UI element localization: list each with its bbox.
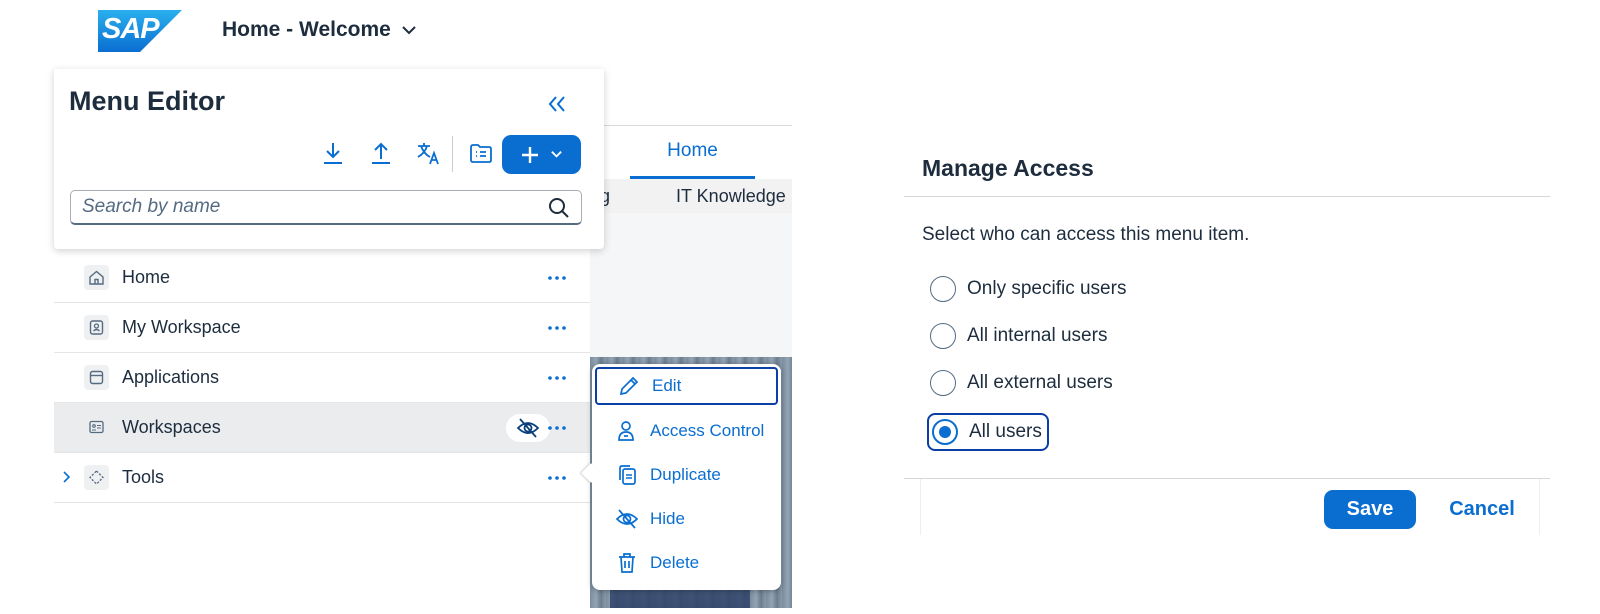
workspaces-icon (84, 415, 109, 440)
menu-item-home[interactable]: Home (54, 253, 590, 303)
translate-icon (417, 143, 439, 165)
divider (904, 196, 1550, 197)
more-options-button[interactable] (542, 316, 572, 340)
context-menu-label: Edit (652, 376, 682, 395)
radio-button[interactable] (930, 370, 956, 396)
context-menu-item-hide[interactable]: Hide (595, 500, 778, 538)
more-icon (548, 376, 566, 380)
menu-item-workspaces[interactable]: Workspaces (54, 403, 590, 453)
pencil-icon (619, 376, 639, 396)
download-button[interactable] (316, 136, 350, 170)
search-icon[interactable] (547, 196, 571, 220)
menu-item-label: Workspaces (122, 417, 221, 437)
radio-all-users[interactable]: All users (927, 413, 1049, 451)
shell-title-menu[interactable]: Home - Welcome (222, 18, 417, 42)
content-area (590, 213, 792, 357)
menu-item-label: Tools (122, 467, 165, 487)
more-options-button[interactable] (542, 416, 572, 440)
context-menu-item-delete[interactable]: Delete (595, 544, 778, 582)
radio-label: Only specific users (967, 278, 1127, 299)
context-menu-label: Duplicate (650, 465, 721, 484)
radio-only-specific-users[interactable]: Only specific users (930, 270, 1126, 308)
sub-navigation: ng IT Knowledge (590, 179, 792, 213)
chevron-down-icon (402, 26, 416, 35)
search-input[interactable] (82, 196, 542, 218)
context-menu-item-edit[interactable]: Edit (595, 367, 778, 405)
more-icon (548, 326, 566, 330)
context-menu-label: Delete (650, 553, 700, 572)
radio-button-selected[interactable] (932, 419, 958, 445)
duplicate-icon (619, 465, 636, 485)
add-menu-item-button[interactable] (502, 135, 581, 174)
divider (590, 125, 792, 126)
user-lock-icon (618, 421, 634, 441)
dialog-title: Manage Access (922, 155, 1094, 181)
context-menu: Edit Access Control Duplicate Hide Delet… (581, 364, 781, 590)
save-button[interactable]: Save (1324, 490, 1416, 529)
more-options-button[interactable] (542, 466, 572, 490)
expand-button[interactable] (60, 468, 74, 486)
eye-slash-icon (516, 418, 540, 438)
applications-icon (84, 365, 109, 390)
upload-icon (372, 142, 390, 164)
toolbar-separator (452, 136, 453, 172)
tab-home[interactable]: Home (630, 140, 755, 162)
radio-button[interactable] (930, 276, 956, 302)
plus-icon (522, 146, 538, 163)
dialog-description: Select who can access this menu item. (922, 224, 1250, 245)
menu-item-label: My Workspace (122, 317, 241, 337)
menu-item-label: Applications (122, 367, 220, 387)
radio-all-internal-users[interactable]: All internal users (930, 317, 1107, 355)
menu-editor-title: Menu Editor (69, 86, 225, 116)
more-options-button[interactable] (542, 266, 572, 290)
more-icon (548, 476, 566, 480)
tools-icon (84, 465, 109, 490)
menu-item-tools[interactable]: Tools (54, 453, 590, 503)
more-icon (548, 276, 566, 280)
folder-list-icon (470, 144, 492, 163)
context-menu-label: Hide (650, 509, 685, 528)
subnav-item-it-knowledge[interactable]: IT Knowledge (676, 186, 786, 207)
radio-label: All external users (967, 372, 1113, 393)
upload-button[interactable] (364, 136, 398, 170)
sap-logo[interactable]: SAP (98, 10, 182, 52)
radio-button[interactable] (930, 323, 956, 349)
radio-all-external-users[interactable]: All external users (930, 364, 1113, 402)
chevron-right-icon (63, 471, 71, 483)
workspace-icon (84, 315, 109, 340)
context-menu-item-duplicate[interactable]: Duplicate (595, 456, 778, 494)
sap-logo-text: SAP (102, 13, 160, 45)
shell-title: Home - Welcome (222, 18, 391, 41)
search-field[interactable] (70, 190, 582, 225)
home-icon (84, 265, 109, 290)
download-icon (324, 143, 342, 164)
chevron-down-icon (551, 151, 562, 158)
trash-icon (619, 553, 635, 573)
menu-item-my-workspace[interactable]: My Workspace (54, 303, 590, 353)
double-chevron-left-icon (548, 96, 565, 112)
translate-button[interactable] (412, 136, 446, 170)
menu-item-label: Home (122, 267, 171, 287)
menu-item-applications[interactable]: Applications (54, 353, 590, 403)
radio-label: All users (969, 421, 1042, 442)
eye-slash-icon (615, 509, 639, 529)
collapse-panel-button[interactable] (540, 87, 574, 121)
more-options-button[interactable] (542, 366, 572, 390)
more-icon (548, 426, 566, 430)
folder-list-button[interactable] (464, 136, 498, 170)
context-menu-label: Access Control (650, 421, 765, 440)
cancel-button[interactable]: Cancel (1432, 490, 1532, 529)
radio-label: All internal users (967, 325, 1108, 346)
context-menu-item-access-control[interactable]: Access Control (595, 412, 778, 450)
